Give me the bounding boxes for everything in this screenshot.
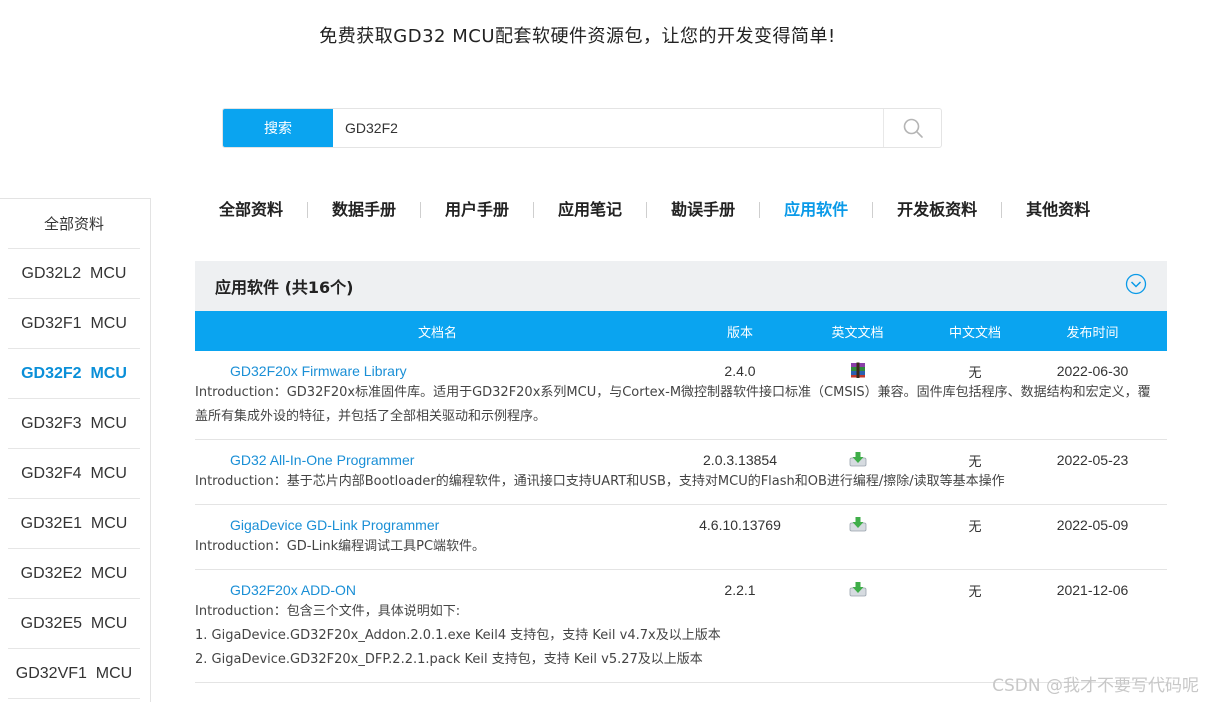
table-row: GD32 All-In-One Programmer 2.0.3.13854 无 20… — [195, 440, 1167, 505]
collapse-chevron-icon[interactable] — [1125, 273, 1147, 299]
sidebar-item[interactable]: GD32E5 MCU — [8, 599, 140, 649]
version-cell: 2.0.3.13854 — [703, 452, 777, 468]
version-cell: 2.4.0 — [724, 363, 756, 379]
doc-type-tabs: 全部资料 数据手册 用户手册 应用笔记 勘误手册 应用软件 开发板资料 其他资料 — [195, 198, 1114, 222]
panel-header[interactable]: 应用软件 (共16个) — [195, 261, 1167, 311]
column-header-name: 文档名 — [417, 325, 457, 341]
sidebar-item[interactable]: GD32E1 MCU — [8, 499, 140, 549]
intro-line: Introduction：GD32F20x标准固件库。适用于GD32F20x系列… — [195, 385, 1151, 424]
row-main: GD32F20x ADD-ON 2.2.1 无 2021-12-06 — [195, 580, 1167, 600]
tab[interactable]: 全部资料 — [195, 202, 307, 218]
intro-line: Introduction：GD-Link编程调试工具PC端软件。 — [195, 539, 486, 554]
sidebar-item[interactable]: GD32F2 MCU — [8, 349, 140, 399]
row-main: GigaDevice GD-Link Programmer 4.6.10.1376… — [195, 515, 1167, 535]
tab[interactable]: 应用笔记 — [533, 202, 646, 218]
date-cell: 2021-12-06 — [1056, 582, 1129, 598]
column-header-version: 版本 — [726, 325, 753, 341]
table-row: GD32F20x ADD-ON 2.2.1 无 2021-12-06 Introduct… — [195, 570, 1167, 683]
tab[interactable]: 应用软件 — [759, 202, 872, 218]
watermark: CSDN @我才不要写代码呢 — [992, 676, 1199, 696]
row-main: GD32 All-In-One Programmer 2.0.3.13854 无 20… — [195, 450, 1167, 470]
sidebar-item[interactable]: GD32VF1 MCU — [8, 649, 140, 699]
category-sidebar: 全部资料 GD32L2 MCU GD32F1 MCU GD32F2 MCU GD32F3… — [0, 198, 151, 702]
tab[interactable]: 勘误手册 — [646, 202, 759, 218]
sidebar-item[interactable]: GD32F1 MCU — [8, 299, 140, 349]
table-row: GigaDevice GD-Link Programmer 4.6.10.1376… — [195, 505, 1167, 570]
row-introduction: Introduction：GD32F20x标准固件库。适用于GD32F20x系列… — [195, 381, 1167, 429]
tab[interactable]: 数据手册 — [307, 202, 420, 218]
search-bar: 搜索 — [222, 108, 942, 148]
download-icon[interactable] — [800, 581, 915, 600]
column-header-cn-doc: 中文文档 — [948, 325, 1001, 341]
cn-doc-cell: 无 — [968, 519, 982, 535]
panel-title: 应用软件 (共16个) — [215, 278, 354, 297]
sidebar-item[interactable]: GD32F3 MCU — [8, 399, 140, 449]
download-icon[interactable] — [800, 451, 915, 470]
sidebar-item[interactable]: GD32E2 MCU — [8, 549, 140, 599]
search-button[interactable]: 搜索 — [223, 109, 333, 147]
column-header-date: 发布时间 — [1066, 325, 1119, 341]
tab[interactable]: 用户手册 — [420, 202, 533, 218]
search-input[interactable] — [333, 109, 883, 147]
row-introduction: Introduction：GD-Link编程调试工具PC端软件。 — [195, 535, 1167, 559]
sidebar-item[interactable]: GD32L2 MCU — [8, 249, 140, 299]
cn-doc-cell: 无 — [968, 584, 982, 600]
date-cell: 2022-05-23 — [1056, 452, 1129, 468]
search-icon[interactable] — [883, 109, 941, 147]
version-cell: 4.6.10.13769 — [699, 517, 781, 533]
cn-doc-cell: 无 — [968, 365, 982, 381]
sidebar-item[interactable]: 全部资料 — [8, 199, 140, 249]
table-header: 文档名 版本 英文文档 中文文档 发布时间 — [195, 311, 1167, 351]
date-cell: 2022-06-30 — [1056, 363, 1129, 379]
version-cell: 2.2.1 — [724, 582, 756, 598]
document-link[interactable]: GD32F20x Firmware Library — [195, 363, 680, 379]
row-introduction: Introduction：基于芯片内部Bootloader的编程软件，通讯接口支… — [195, 470, 1167, 494]
intro-line: 2. GigaDevice.GD32F20x_DFP.2.2.1.pack Ke… — [195, 652, 703, 667]
tab[interactable]: 其他资料 — [1001, 202, 1114, 218]
winrar-archive-icon[interactable] — [800, 362, 915, 381]
cn-doc-cell: 无 — [968, 454, 982, 470]
document-link[interactable]: GD32 All-In-One Programmer — [195, 452, 680, 468]
intro-line: Introduction：基于芯片内部Bootloader的编程软件，通讯接口支… — [195, 474, 1005, 489]
intro-line: Introduction：包含三个文件，具体说明如下: — [195, 604, 461, 619]
sidebar-item[interactable]: GD32F4 MCU — [8, 449, 140, 499]
row-main: GD32F20x Firmware Library 2.4.0 无 2022-06-3… — [195, 361, 1167, 381]
date-cell: 2022-05-09 — [1056, 517, 1129, 533]
column-header-en-doc: 英文文档 — [831, 325, 884, 341]
intro-line: 1. GigaDevice.GD32F20x_Addon.2.0.1.exe K… — [195, 628, 721, 643]
table-row: GD32F20x Firmware Library 2.4.0 无 2022-06-3… — [195, 351, 1167, 440]
tab[interactable]: 开发板资料 — [872, 202, 1001, 218]
download-icon[interactable] — [800, 516, 915, 535]
software-panel: 应用软件 (共16个) 文档名 版本 英文文档 中文文档 发布时间 GD32F2… — [195, 261, 1167, 683]
row-introduction: Introduction：包含三个文件，具体说明如下: 1. GigaDevice… — [195, 600, 1167, 672]
document-link[interactable]: GigaDevice GD-Link Programmer — [195, 517, 680, 533]
page-headline: 免费获取GD32 MCU配套软硬件资源包，让您的开发变得简单! — [319, 26, 836, 47]
table-body: GD32F20x Firmware Library 2.4.0 无 2022-06-3… — [195, 351, 1167, 683]
document-link[interactable]: GD32F20x ADD-ON — [195, 582, 680, 598]
